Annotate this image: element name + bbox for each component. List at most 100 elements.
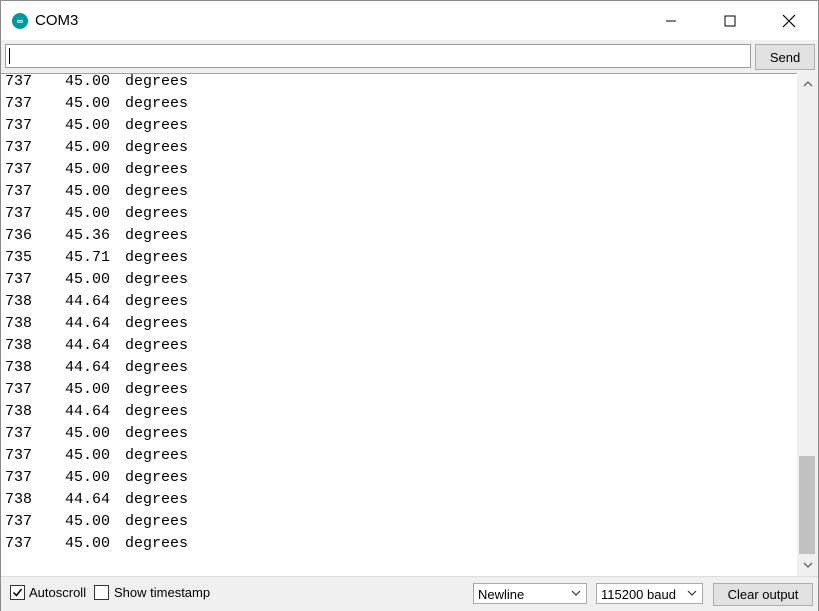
unit-label: degrees (125, 491, 189, 508)
raw-reading: 736 (5, 227, 33, 244)
raw-reading: 737 (5, 161, 33, 178)
show-timestamp-label[interactable]: Show timestamp (114, 585, 210, 600)
output-line: 737 45.00 degrees (5, 379, 188, 401)
angle-reading: 45.00 (65, 271, 111, 288)
unit-label: degrees (125, 403, 189, 420)
serial-output-area[interactable]: 737 45.00 degrees 737 45.00 degrees 737 45.00 de… (1, 73, 797, 576)
raw-reading: 737 (5, 535, 33, 552)
baud-rate-select[interactable]: 115200 baud (596, 583, 703, 604)
angle-reading: 45.00 (65, 117, 111, 134)
raw-reading: 737 (5, 513, 33, 530)
arduino-infinity-icon: ∞ (12, 13, 28, 29)
unit-label: degrees (125, 271, 189, 288)
angle-reading: 45.00 (65, 535, 111, 552)
output-line: 737 45.00 degrees (5, 159, 188, 181)
raw-reading: 737 (5, 183, 33, 200)
bottom-toolbar: Autoscroll Show timestamp Newline 115200… (1, 576, 818, 611)
raw-reading: 735 (5, 249, 33, 266)
serial-send-input[interactable] (5, 44, 751, 68)
angle-reading: 44.64 (65, 359, 111, 376)
output-line: 738 44.64 degrees (5, 335, 188, 357)
clear-output-button[interactable]: Clear output (713, 583, 813, 606)
raw-reading: 738 (5, 337, 33, 354)
close-button[interactable] (760, 1, 818, 40)
scroll-up-button[interactable] (797, 74, 818, 94)
unit-label: degrees (125, 315, 189, 332)
send-row: Send (1, 40, 818, 73)
output-line: 738 44.64 degrees (5, 357, 188, 379)
serial-monitor-window: ∞ COM3 Send 737 45.00 degrees 737 45.00 degre… (0, 0, 819, 611)
output-line: 737 45.00 degrees (5, 423, 188, 445)
raw-reading: 738 (5, 315, 33, 332)
raw-reading: 737 (5, 425, 33, 442)
angle-reading: 44.64 (65, 491, 111, 508)
send-button[interactable]: Send (755, 44, 815, 70)
output-line: 737 45.00 degrees (5, 115, 188, 137)
chevron-down-icon (571, 590, 581, 596)
output-line: 737 45.00 degrees (5, 137, 188, 159)
raw-reading: 737 (5, 73, 33, 90)
raw-reading: 738 (5, 359, 33, 376)
baud-rate-value: 115200 baud (601, 587, 676, 602)
output-line: 735 45.71 degrees (5, 247, 188, 269)
angle-reading: 45.00 (65, 513, 111, 530)
autoscroll-checkbox[interactable] (10, 585, 25, 600)
text-caret (9, 48, 10, 64)
angle-reading: 44.64 (65, 293, 111, 310)
raw-reading: 737 (5, 139, 33, 156)
output-line: 737 45.00 degrees (5, 467, 188, 489)
unit-label: degrees (125, 161, 189, 178)
scroll-down-button[interactable] (797, 555, 818, 575)
unit-label: degrees (125, 183, 189, 200)
title-bar[interactable]: ∞ COM3 (1, 1, 818, 40)
raw-reading: 737 (5, 205, 33, 222)
scroll-thumb[interactable] (799, 456, 815, 554)
chevron-up-icon (803, 81, 812, 87)
output-line: 738 44.64 degrees (5, 291, 188, 313)
output-line: 737 45.00 degrees (5, 181, 188, 203)
unit-label: degrees (125, 425, 189, 442)
angle-reading: 44.64 (65, 337, 111, 354)
raw-reading: 738 (5, 293, 33, 310)
unit-label: degrees (125, 469, 189, 486)
angle-reading: 45.00 (65, 205, 111, 222)
output-line: 737 45.00 degrees (5, 511, 188, 533)
output-line: 738 44.64 degrees (5, 489, 188, 511)
raw-reading: 738 (5, 491, 33, 508)
minimize-button[interactable] (642, 1, 700, 40)
angle-reading: 45.00 (65, 183, 111, 200)
raw-reading: 738 (5, 403, 33, 420)
angle-reading: 45.00 (65, 381, 111, 398)
unit-label: degrees (125, 447, 189, 464)
vertical-scrollbar[interactable] (797, 74, 818, 575)
angle-reading: 45.71 (65, 249, 111, 266)
line-ending-value: Newline (478, 587, 525, 602)
line-ending-select[interactable]: Newline (473, 583, 587, 604)
unit-label: degrees (125, 381, 189, 398)
angle-reading: 45.36 (65, 227, 111, 244)
output-line: 738 44.64 degrees (5, 313, 188, 335)
unit-label: degrees (125, 337, 189, 354)
maximize-button[interactable] (701, 1, 759, 40)
close-icon (782, 14, 796, 27)
minimize-icon (666, 20, 676, 21)
raw-reading: 737 (5, 447, 33, 464)
output-line: 736 45.36 degrees (5, 225, 188, 247)
output-line: 737 45.00 degrees (5, 203, 188, 225)
autoscroll-label[interactable]: Autoscroll (29, 585, 86, 600)
output-line: 737 45.00 degrees (5, 445, 188, 467)
maximize-icon (724, 15, 736, 26)
unit-label: degrees (125, 95, 189, 112)
unit-label: degrees (125, 139, 189, 156)
unit-label: degrees (125, 535, 189, 552)
chevron-down-icon (803, 562, 812, 568)
output-line: 737 45.00 degrees (5, 93, 188, 115)
show-timestamp-checkbox[interactable] (94, 585, 109, 600)
unit-label: degrees (125, 227, 189, 244)
raw-reading: 737 (5, 95, 33, 112)
checkmark-icon (12, 588, 23, 597)
output-line: 737 45.00 degrees (5, 269, 188, 291)
angle-reading: 45.00 (65, 469, 111, 486)
angle-reading: 45.00 (65, 139, 111, 156)
output-line: 737 45.00 degrees (5, 73, 188, 93)
